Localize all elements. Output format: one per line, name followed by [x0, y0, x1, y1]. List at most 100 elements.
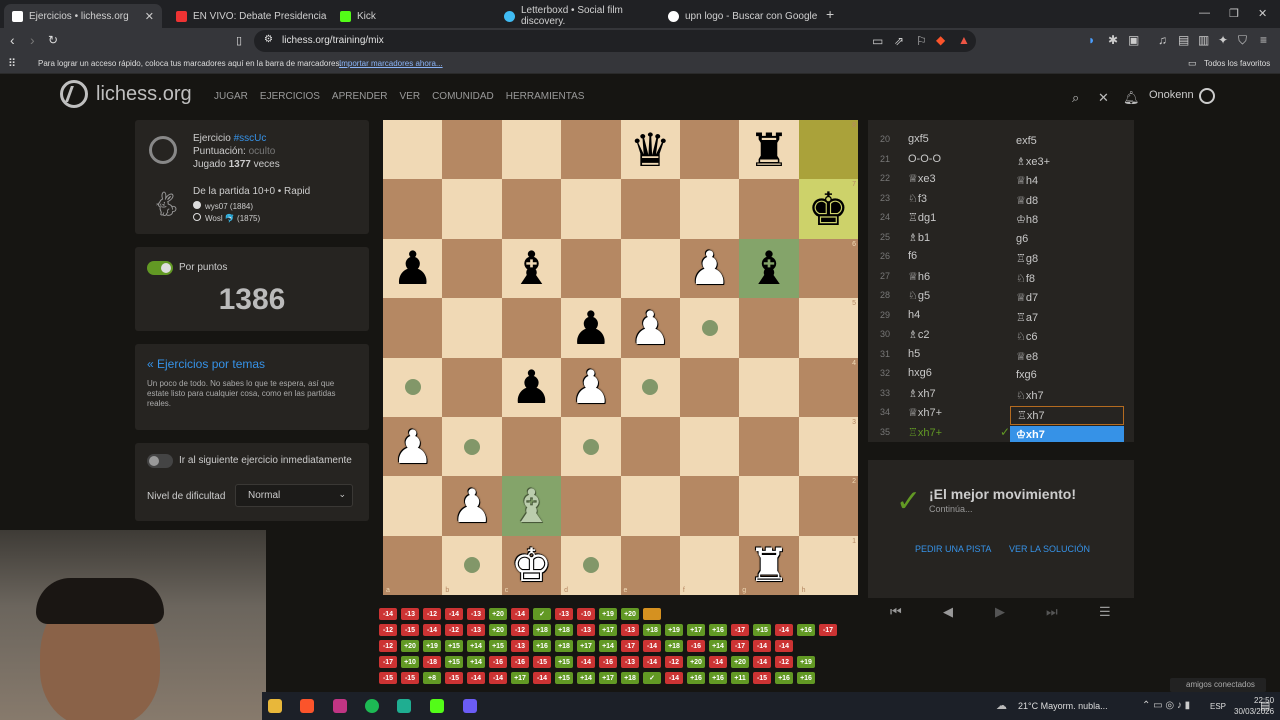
nav-comunidad[interactable]: COMUNIDAD	[432, 91, 494, 102]
vpn-icon[interactable]: ⛉	[1238, 33, 1247, 48]
square-e3[interactable]	[620, 416, 680, 477]
solution-button[interactable]: VER LA SOLUCIÓN	[1009, 544, 1090, 554]
move-white[interactable]: ♖dg1	[908, 211, 936, 224]
square-c6[interactable]: ♝	[501, 238, 562, 299]
spotify-icon[interactable]	[365, 699, 379, 713]
move-white[interactable]: ♕xe3	[908, 172, 936, 185]
history-puzzle-badge[interactable]: -13	[511, 640, 529, 652]
sidebar-icon[interactable]: ▤	[1178, 33, 1189, 47]
history-puzzle-badge[interactable]: -15	[533, 656, 551, 668]
history-puzzle-badge[interactable]: +10	[401, 656, 419, 668]
square-b5[interactable]	[442, 298, 502, 358]
square-g4[interactable]	[739, 357, 799, 417]
square-c5[interactable]	[501, 298, 562, 358]
square-g1[interactable]: ♜ g	[739, 535, 799, 595]
history-puzzle-badge[interactable]: +14	[709, 640, 727, 652]
move-black[interactable]: ♘xh7	[1010, 387, 1124, 406]
square-d6[interactable]	[561, 238, 621, 299]
square-a4[interactable]	[383, 357, 443, 417]
square-e5[interactable]: ♟	[620, 298, 680, 358]
square-c4[interactable]: ♟	[501, 357, 562, 417]
tab-lichess[interactable]: Ejercicios • lichess.org ✕	[4, 4, 162, 28]
move-black[interactable]: ♖g8	[1010, 250, 1124, 269]
tab-debate[interactable]: EN VIVO: Debate Presidencia	[168, 4, 328, 28]
square-g8[interactable]: ♜	[739, 120, 799, 180]
history-puzzle-badge[interactable]: +20	[687, 656, 705, 668]
history-puzzle-badge[interactable]: -14	[775, 640, 793, 652]
history-puzzle-badge[interactable]: +20	[489, 624, 507, 636]
move-destination-dot[interactable]	[464, 557, 481, 574]
move-destination-dot[interactable]	[582, 438, 599, 455]
screenshot-icon[interactable]: ▣	[1128, 33, 1139, 47]
chess-board[interactable]: ♛ ♜ 8 ♚ 7 ♟ ♝ ♟ ♝ 6 ♟ ♟ 5 ♟ ♟ 4 ♟ 3 ♟ ♝ 2 a b ♚ c d e f ♜ g 1 h	[383, 120, 858, 595]
history-puzzle-badge[interactable]: -13	[467, 608, 485, 620]
leo-icon[interactable]: ◗	[1088, 33, 1095, 47]
history-puzzle-badge[interactable]: -10	[577, 608, 595, 620]
move-white[interactable]: ♘g5	[908, 289, 930, 302]
square-h6[interactable]: 6	[798, 238, 858, 299]
notification-center-icon[interactable]: ▤	[1260, 699, 1270, 712]
history-puzzle-badge[interactable]: -14	[489, 672, 507, 684]
history-puzzle-badge[interactable]: +17	[687, 624, 705, 636]
forward-icon[interactable]: ›	[30, 32, 35, 48]
square-c8[interactable]	[501, 120, 562, 180]
history-puzzle-badge[interactable]: +16	[709, 624, 727, 636]
menu-icon[interactable]: ☰	[1099, 604, 1111, 620]
history-puzzle-badge[interactable]: -14	[643, 656, 661, 668]
square-g7[interactable]	[739, 179, 799, 239]
square-h2[interactable]: 2	[798, 476, 858, 536]
white-rook-icon[interactable]: ♜	[748, 542, 789, 588]
back-icon[interactable]: ‹	[10, 32, 15, 48]
app-icon[interactable]	[397, 699, 411, 713]
square-h4[interactable]: 4	[798, 357, 858, 417]
history-puzzle-badge[interactable]: +18	[555, 640, 573, 652]
import-bookmarks-link[interactable]: Importar marcadores ahora...	[339, 59, 443, 68]
history-puzzle-badge[interactable]: -14	[445, 608, 463, 620]
history-puzzle-badge[interactable]: +15	[555, 656, 573, 668]
history-puzzle-badge[interactable]: +19	[797, 656, 815, 668]
move-destination-dot[interactable]	[701, 319, 718, 336]
move-black[interactable]: ♖a7	[1010, 309, 1124, 328]
square-g2[interactable]	[739, 476, 799, 536]
history-puzzle-badge[interactable]: +18	[643, 624, 661, 636]
move-white[interactable]: h4	[908, 309, 920, 321]
history-puzzle-badge[interactable]: -15	[753, 672, 771, 684]
close-tab-icon[interactable]: ✕	[145, 10, 154, 23]
history-puzzle-badge[interactable]: -14	[643, 640, 661, 652]
square-g3[interactable]	[739, 416, 799, 477]
square-f3[interactable]	[679, 416, 740, 477]
extensions-icon[interactable]: ✱	[1108, 33, 1118, 47]
auto-next-toggle[interactable]	[147, 454, 173, 468]
square-c1[interactable]: ♚ c	[501, 535, 562, 595]
history-puzzle-badge[interactable]: -14	[379, 608, 397, 620]
square-e6[interactable]	[620, 238, 680, 299]
history-puzzle-badge[interactable]: +15	[753, 624, 771, 636]
address-bar[interactable]: ⚙ lichess.org/training/mix ▭ ⇗ ⚐ ◆ ▲	[254, 30, 976, 52]
history-puzzle-badge[interactable]: -14	[533, 672, 551, 684]
history-puzzle-badge[interactable]: -14	[577, 656, 595, 668]
move-destination-dot[interactable]	[642, 379, 659, 396]
site-logo[interactable]: lichess.org	[60, 80, 192, 108]
menu-icon[interactable]: ≡	[1260, 33, 1267, 47]
translate-icon[interactable]: ⚐	[916, 34, 927, 48]
apps-icon[interactable]: ⠿	[8, 57, 16, 70]
history-puzzle-badge[interactable]: +11	[731, 672, 749, 684]
history-puzzle-badge[interactable]: -14	[775, 624, 793, 636]
history-puzzle-badge[interactable]: +18	[621, 672, 639, 684]
black-player[interactable]: Wosl 🐬 (1875)	[205, 214, 260, 223]
hint-button[interactable]: PEDIR UNA PISTA	[915, 544, 991, 554]
ai-icon[interactable]: ✦	[1218, 33, 1228, 47]
music-icon[interactable]: ♫	[1158, 33, 1167, 47]
square-h1[interactable]: 1h	[798, 535, 858, 595]
prev-move-icon[interactable]: ◀	[943, 604, 953, 620]
history-puzzle-badge[interactable]: +15	[489, 640, 507, 652]
white-pawn-icon[interactable]: ♟	[451, 483, 492, 529]
history-puzzle-badge[interactable]: +15	[445, 640, 463, 652]
minimize-icon[interactable]: —	[1199, 7, 1210, 19]
move-white[interactable]: gxf5	[908, 133, 929, 145]
reload-icon[interactable]: ↻	[48, 33, 58, 47]
history-puzzle-badge[interactable]: -16	[489, 656, 507, 668]
themes-link[interactable]: « Ejercicios por temas	[147, 357, 265, 371]
history-puzzle-badge[interactable]: -14	[753, 640, 771, 652]
search-icon[interactable]: ⌕	[1072, 90, 1079, 106]
